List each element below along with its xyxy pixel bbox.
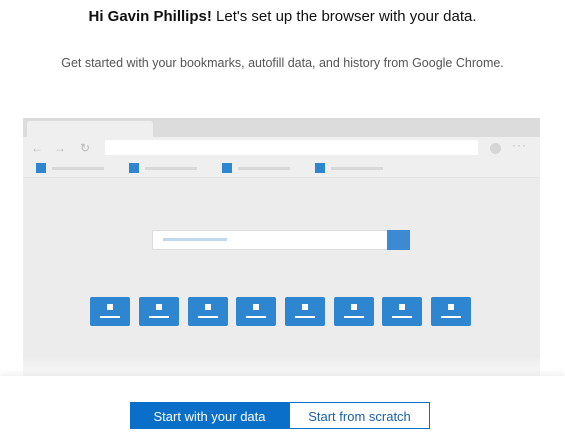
quick-link-tile — [334, 297, 374, 326]
profile-icon — [490, 143, 501, 154]
page-title: Hi Gavin Phillips! Let's set up the brow… — [0, 8, 565, 25]
illustration-favorites-bar — [23, 159, 540, 178]
tile-label-placeholder — [344, 316, 364, 318]
quick-link-tile — [236, 297, 276, 326]
favorite-icon — [222, 163, 232, 173]
illustration-toolbar: ← → ↻ ··· — [23, 137, 540, 159]
tile-label-placeholder — [295, 316, 315, 318]
tile-icon — [351, 304, 357, 310]
tile-label-placeholder — [246, 316, 266, 318]
quick-link-tile — [285, 297, 325, 326]
start-from-scratch-button[interactable]: Start from scratch — [289, 402, 430, 429]
tile-icon — [156, 304, 162, 310]
start-with-your-data-button[interactable]: Start with your data — [130, 402, 289, 429]
favorite-label-placeholder — [145, 167, 197, 170]
tile-label-placeholder — [392, 316, 412, 318]
favorite-icon — [129, 163, 139, 173]
title-text: Let's set up the browser with your data. — [211, 8, 477, 25]
illustration-search-box — [152, 230, 389, 250]
greeting-name: Hi Gavin Phillips! — [88, 8, 212, 25]
favorite-label-placeholder — [331, 167, 383, 170]
tile-icon — [205, 304, 211, 310]
illustration-search-button — [387, 230, 410, 250]
quick-link-tile — [382, 297, 422, 326]
more-options-icon: ··· — [512, 138, 527, 152]
browser-illustration: ← → ↻ ··· — [23, 118, 540, 382]
illustration-tabstrip — [23, 118, 540, 137]
refresh-icon: ↻ — [80, 141, 91, 155]
illustration-tab — [27, 121, 153, 137]
tile-icon — [302, 304, 308, 310]
favorite-icon — [36, 163, 46, 173]
quick-link-tile — [90, 297, 130, 326]
tile-label-placeholder — [149, 316, 169, 318]
favorite-icon — [315, 163, 325, 173]
illustration-address-bar — [105, 140, 478, 155]
back-arrow-icon: ← — [31, 141, 43, 155]
tile-icon — [448, 304, 454, 310]
tile-label-placeholder — [441, 316, 461, 318]
page-subtitle: Get started with your bookmarks, autofil… — [61, 56, 504, 70]
search-placeholder — [163, 238, 227, 241]
quick-link-tile — [139, 297, 179, 326]
quick-link-tile — [431, 297, 471, 326]
quick-link-tile — [188, 297, 228, 326]
forward-arrow-icon: → — [54, 141, 66, 155]
tile-icon — [253, 304, 259, 310]
tile-icon — [399, 304, 405, 310]
favorite-label-placeholder — [238, 167, 290, 170]
favorite-label-placeholder — [52, 167, 104, 170]
tile-icon — [107, 304, 113, 310]
tile-label-placeholder — [198, 316, 218, 318]
tile-label-placeholder — [100, 316, 120, 318]
